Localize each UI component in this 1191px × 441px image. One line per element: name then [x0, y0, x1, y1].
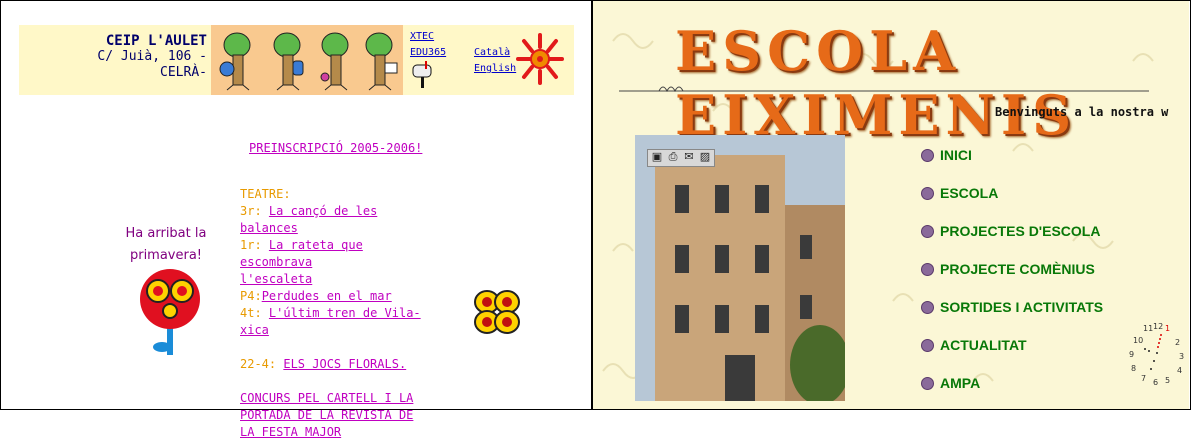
news-content: TEATRE: 3r: La cançó de les balances 1r:… — [240, 186, 430, 441]
clock-icon: 11 12 1 10 2 9 3 8 4 7 6 5 — [1129, 322, 1184, 387]
bullet-icon — [921, 187, 934, 200]
menu-item-ampa[interactable]: AMPA — [921, 375, 1103, 409]
preinscription-link[interactable]: PREINSCRIPCIÓ 2005-2006! — [249, 141, 422, 155]
event-prefix: 22-4: — [240, 357, 277, 371]
save-icon[interactable]: ▣ — [650, 150, 664, 164]
bullet-icon — [921, 263, 934, 276]
school-info: CEIP L'AULET C/ Juià, 106 - CELRÀ- — [19, 33, 207, 81]
jocs-florals-link[interactable]: ELS JOCS FLORALS. — [283, 357, 406, 371]
menu-item-escola[interactable]: ESCOLA — [921, 185, 1103, 223]
left-panel-ceip-laulet: CEIP L'AULET C/ Juià, 106 - CELRÀ- XTEC … — [1, 1, 591, 439]
language-links: Català English — [474, 45, 516, 77]
tree-character-paper-icon — [365, 32, 398, 91]
xtec-link[interactable]: XTEC — [410, 29, 446, 45]
mail-icon[interactable]: ✉ — [682, 150, 696, 164]
menu-item-inici[interactable]: INICI — [921, 147, 1103, 185]
menu-label: ESCOLA — [940, 185, 999, 201]
menu-item-projecte-comenius[interactable]: PROJECTE COMÈNIUS — [921, 261, 1103, 299]
clock-number: 6 — [1153, 378, 1158, 387]
clock-number: 8 — [1131, 364, 1136, 373]
clock-number: 3 — [1179, 352, 1184, 361]
theatre-link-ultim-tren[interactable]: L'últim tren de Vila-xica — [240, 306, 421, 337]
lang-catala-link[interactable]: Català — [474, 45, 516, 61]
title-underline-decoration — [619, 86, 1149, 93]
clock-number: 11 — [1143, 324, 1153, 333]
theatre-item: 4t: L'últim tren de Vila-xica — [240, 305, 430, 339]
tree-characters-banner — [211, 25, 403, 95]
tree-character-globe-icon — [219, 32, 251, 91]
theatre-item: l'escaleta — [240, 271, 430, 288]
menu-item-sortides-activitats[interactable]: SORTIDES I ACTIVITATS — [921, 299, 1103, 337]
clock-number: 5 — [1165, 376, 1170, 385]
bullet-icon — [921, 301, 934, 314]
clock-number: 2 — [1175, 338, 1180, 347]
theatre-item: P4:Perdudes en el mar — [240, 288, 430, 305]
butterfly-icon — [474, 290, 520, 334]
contest-line-3[interactable]: LA FESTA MAJOR — [240, 424, 430, 441]
contest-link[interactable]: CONCURS PEL CARTELL I LA PORTADA DE LA R… — [240, 390, 430, 441]
theatre-item-prefix: P4: — [240, 289, 262, 303]
spring-line-1: Ha arribat la — [125, 226, 207, 241]
image-icon[interactable]: ▨ — [698, 150, 712, 164]
menu-item-projectes-escola[interactable]: PROJECTES D'ESCOLA — [921, 223, 1103, 261]
school-name: CEIP L'AULET — [105, 33, 207, 49]
menu-item-actualitat[interactable]: ACTUALITAT — [921, 337, 1103, 375]
contest-line-1[interactable]: CONCURS PEL CARTELL I LA — [240, 390, 430, 407]
tree-character-backpack-icon — [273, 32, 304, 91]
menu-label: SORTIDES I ACTIVITATS — [940, 299, 1104, 315]
clock-number: 12 — [1153, 322, 1163, 331]
theatre-item-prefix: 4t: — [240, 306, 262, 320]
clock-number: 9 — [1129, 350, 1134, 359]
menu-label: INICI — [940, 147, 972, 163]
clock-number: 10 — [1133, 336, 1143, 345]
lang-english-link[interactable]: English — [474, 61, 516, 77]
school-building-photo — [635, 135, 845, 401]
school-address: C/ Juià, 106 - — [97, 49, 207, 64]
theatre-link-perdudes[interactable]: Perdudes en el mar — [262, 289, 392, 303]
theatre-heading: TEATRE: — [240, 187, 291, 201]
mailbox-icon[interactable] — [411, 61, 433, 89]
menu-label: PROJECTE COMÈNIUS — [940, 261, 1095, 277]
school-town: CELRÀ- — [160, 65, 207, 80]
menu-label: PROJECTES D'ESCOLA — [940, 223, 1101, 239]
bullet-icon — [921, 225, 934, 238]
sun-logo-icon — [516, 33, 564, 85]
bullet-icon — [921, 339, 934, 352]
clock-number: 1 — [1165, 324, 1170, 333]
spring-message: Ha arribat la primavera! — [116, 223, 216, 267]
bullet-icon — [921, 377, 934, 390]
tree-character-flower-icon — [320, 32, 349, 91]
edu365-link[interactable]: EDU365 — [410, 45, 446, 61]
flower-icon — [140, 269, 200, 355]
clock-number: 4 — [1177, 366, 1182, 375]
menu-label: ACTUALITAT — [940, 337, 1027, 353]
theatre-item-prefix: 3r: — [240, 204, 262, 218]
theatre-item: 3r: La cançó de les balances — [240, 203, 430, 237]
spring-line-2: primavera! — [129, 248, 203, 263]
menu-label: AMPA — [940, 375, 981, 391]
theatre-link-rateta-cont[interactable]: l'escaleta — [240, 272, 312, 286]
theatre-item: 1r: La rateta que escombrava — [240, 237, 430, 271]
bullet-icon — [921, 149, 934, 162]
image-toolbar: ▣ ⎙ ✉ ▨ — [647, 149, 715, 167]
right-panel-escola-eiximenis: ESCOLA EIXIMENIS Benvinguts a la nostra … — [593, 1, 1189, 409]
event-item: 22-4: ELS JOCS FLORALS. — [240, 356, 430, 373]
print-icon[interactable]: ⎙ — [666, 150, 680, 164]
clock-number: 7 — [1141, 374, 1146, 383]
main-menu: INICI ESCOLA PROJECTES D'ESCOLA PROJECTE… — [921, 147, 1103, 409]
external-links: XTEC EDU365 — [410, 29, 446, 61]
theatre-item-prefix: 1r: — [240, 238, 262, 252]
school-header: CEIP L'AULET C/ Juià, 106 - CELRÀ- XTEC … — [19, 25, 574, 95]
welcome-marquee: Benvinguts a la nostra w — [995, 105, 1169, 119]
